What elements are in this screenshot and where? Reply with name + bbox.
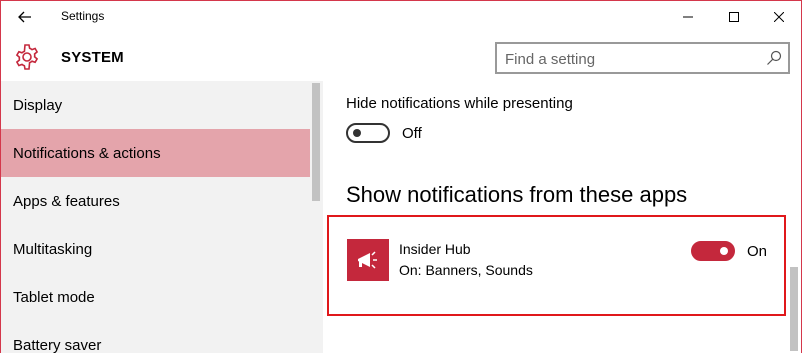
app-item-insider-hub[interactable]: Insider Hub On: Banners, Sounds On — [327, 215, 786, 316]
app-name: Insider Hub — [399, 241, 471, 257]
page-title: SYSTEM — [61, 49, 124, 66]
toggle-knob — [720, 247, 728, 255]
sidebar-item-battery-saver[interactable]: Battery saver — [1, 321, 310, 353]
hide-notifications-toggle[interactable] — [346, 123, 390, 143]
main-scrollbar-thumb[interactable] — [790, 267, 798, 351]
sidebar-item-label: Battery saver — [13, 336, 102, 353]
page-header: SYSTEM — [1, 33, 801, 81]
search-box[interactable] — [495, 42, 790, 74]
window-title: Settings — [61, 9, 105, 23]
close-button[interactable] — [756, 1, 801, 33]
app-notification-detail: On: Banners, Sounds — [399, 262, 533, 278]
sidebar-item-multitasking[interactable]: Multitasking — [1, 225, 310, 273]
insider-hub-state: On — [747, 243, 768, 260]
sidebar-item-tablet-mode[interactable]: Tablet mode — [1, 273, 310, 321]
minimize-button[interactable] — [665, 1, 711, 33]
sidebar-item-label: Notifications & actions — [13, 144, 161, 162]
back-button[interactable] — [5, 1, 45, 33]
toggle-knob — [353, 129, 361, 137]
megaphone-icon-glyph — [358, 251, 377, 269]
settings-window: Settings SYSTEM Find a setting Display N… — [0, 0, 802, 353]
hide-notifications-state: Off — [402, 125, 422, 142]
main-scrollbar[interactable] — [788, 81, 800, 353]
megaphone-icon — [347, 239, 389, 281]
search-icon[interactable] — [766, 50, 782, 66]
sidebar-item-apps-features[interactable]: Apps & features — [1, 177, 310, 225]
sidebar-scrollbar-thumb[interactable] — [312, 83, 320, 201]
sidebar-item-label: Apps & features — [13, 192, 120, 210]
search-input[interactable] — [505, 49, 760, 69]
title-bar: Settings — [1, 1, 801, 33]
insider-hub-toggle[interactable] — [691, 241, 735, 261]
sidebar-item-notifications-actions[interactable]: Notifications & actions — [1, 129, 310, 177]
apps-section-heading: Show notifications from these apps — [346, 182, 688, 207]
minimize-icon — [683, 16, 693, 18]
hide-notifications-label: Hide notifications while presenting — [346, 95, 573, 112]
gear-icon — [15, 44, 39, 70]
maximize-button[interactable] — [711, 1, 757, 33]
sidebar-item-label: Display — [13, 96, 63, 114]
back-arrow-icon — [18, 11, 31, 23]
sidebar-item-display[interactable]: Display — [1, 81, 310, 129]
sidebar-scrollbar[interactable] — [310, 81, 322, 353]
main-content: Hide notifications while presenting Off … — [323, 81, 801, 353]
sidebar-item-label: Tablet mode — [13, 288, 95, 306]
close-icon — [774, 12, 784, 22]
sidebar-item-label: Multitasking — [13, 240, 93, 258]
sidebar: Display Notifications & actions Apps & f… — [1, 81, 323, 353]
maximize-icon — [729, 12, 739, 22]
